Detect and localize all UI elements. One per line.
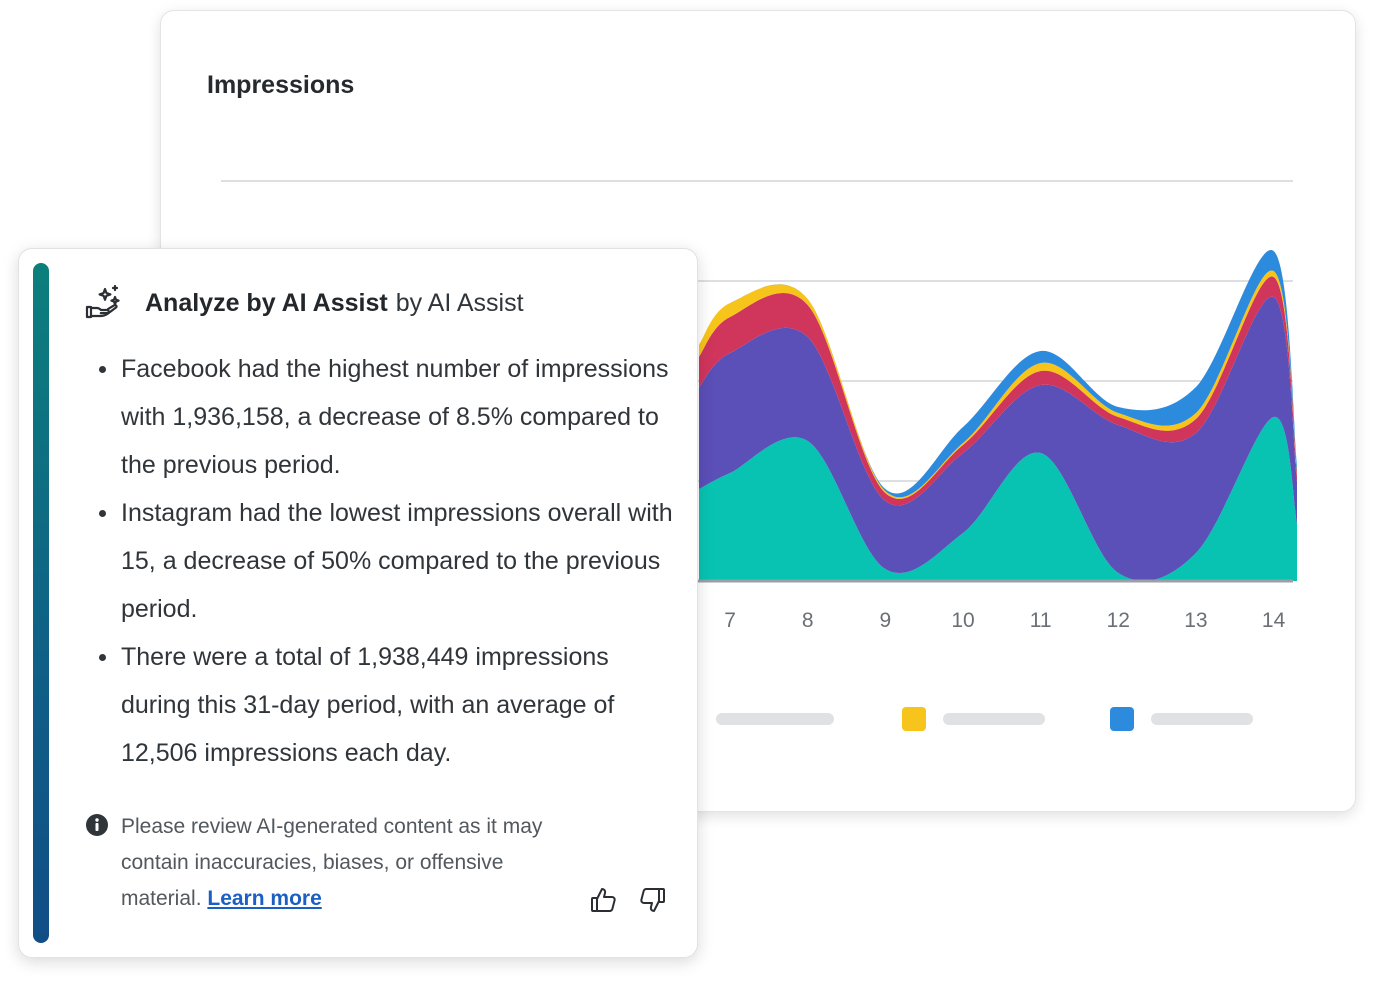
legend-label-placeholder	[716, 713, 834, 725]
stage: 7 8 9 10 11 12 13 14 Impressions Analyze…	[0, 0, 1374, 984]
list-item: Instagram had the lowest impressions ove…	[93, 489, 683, 633]
x-tick-label: 7	[724, 609, 736, 632]
chart-title: Impressions	[207, 71, 355, 99]
learn-more-link[interactable]: Learn more	[207, 887, 321, 910]
x-tick-label: 14	[1262, 609, 1286, 632]
legend-swatch-yellow	[902, 707, 926, 731]
ai-insights-list: Facebook had the highest number of impre…	[93, 345, 683, 777]
list-item: Facebook had the highest number of impre…	[93, 345, 683, 489]
ai-title: Analyze by AI Assist	[145, 288, 388, 317]
ai-header: Analyze by AI Assist by AI Assist	[85, 285, 524, 321]
disclaimer-text: Please review AI-generated content as it…	[121, 809, 565, 917]
x-tick-label: 11	[1030, 609, 1052, 632]
x-tick-label: 9	[880, 609, 892, 632]
ai-assist-card: Analyze by AI Assist by AI Assist Facebo…	[18, 248, 698, 958]
ai-accent-bar	[33, 263, 49, 943]
thumbs-down-icon[interactable]	[637, 885, 667, 915]
x-tick-label: 10	[951, 609, 974, 632]
legend-label-placeholder	[943, 713, 1045, 725]
info-icon	[86, 814, 108, 836]
ai-author: by AI Assist	[395, 288, 524, 317]
disclaimer-body: Please review AI-generated content as it…	[121, 815, 543, 910]
x-tick-label: 12	[1107, 609, 1130, 632]
hand-sparkle-icon	[85, 285, 120, 319]
x-tick-label: 8	[802, 609, 814, 632]
legend-swatch-blue	[1110, 707, 1134, 731]
legend-label-placeholder	[1151, 713, 1253, 725]
thumbs-up-icon[interactable]	[589, 885, 619, 915]
x-tick-label: 13	[1184, 609, 1207, 632]
list-item: There were a total of 1,938,449 impressi…	[93, 633, 683, 777]
